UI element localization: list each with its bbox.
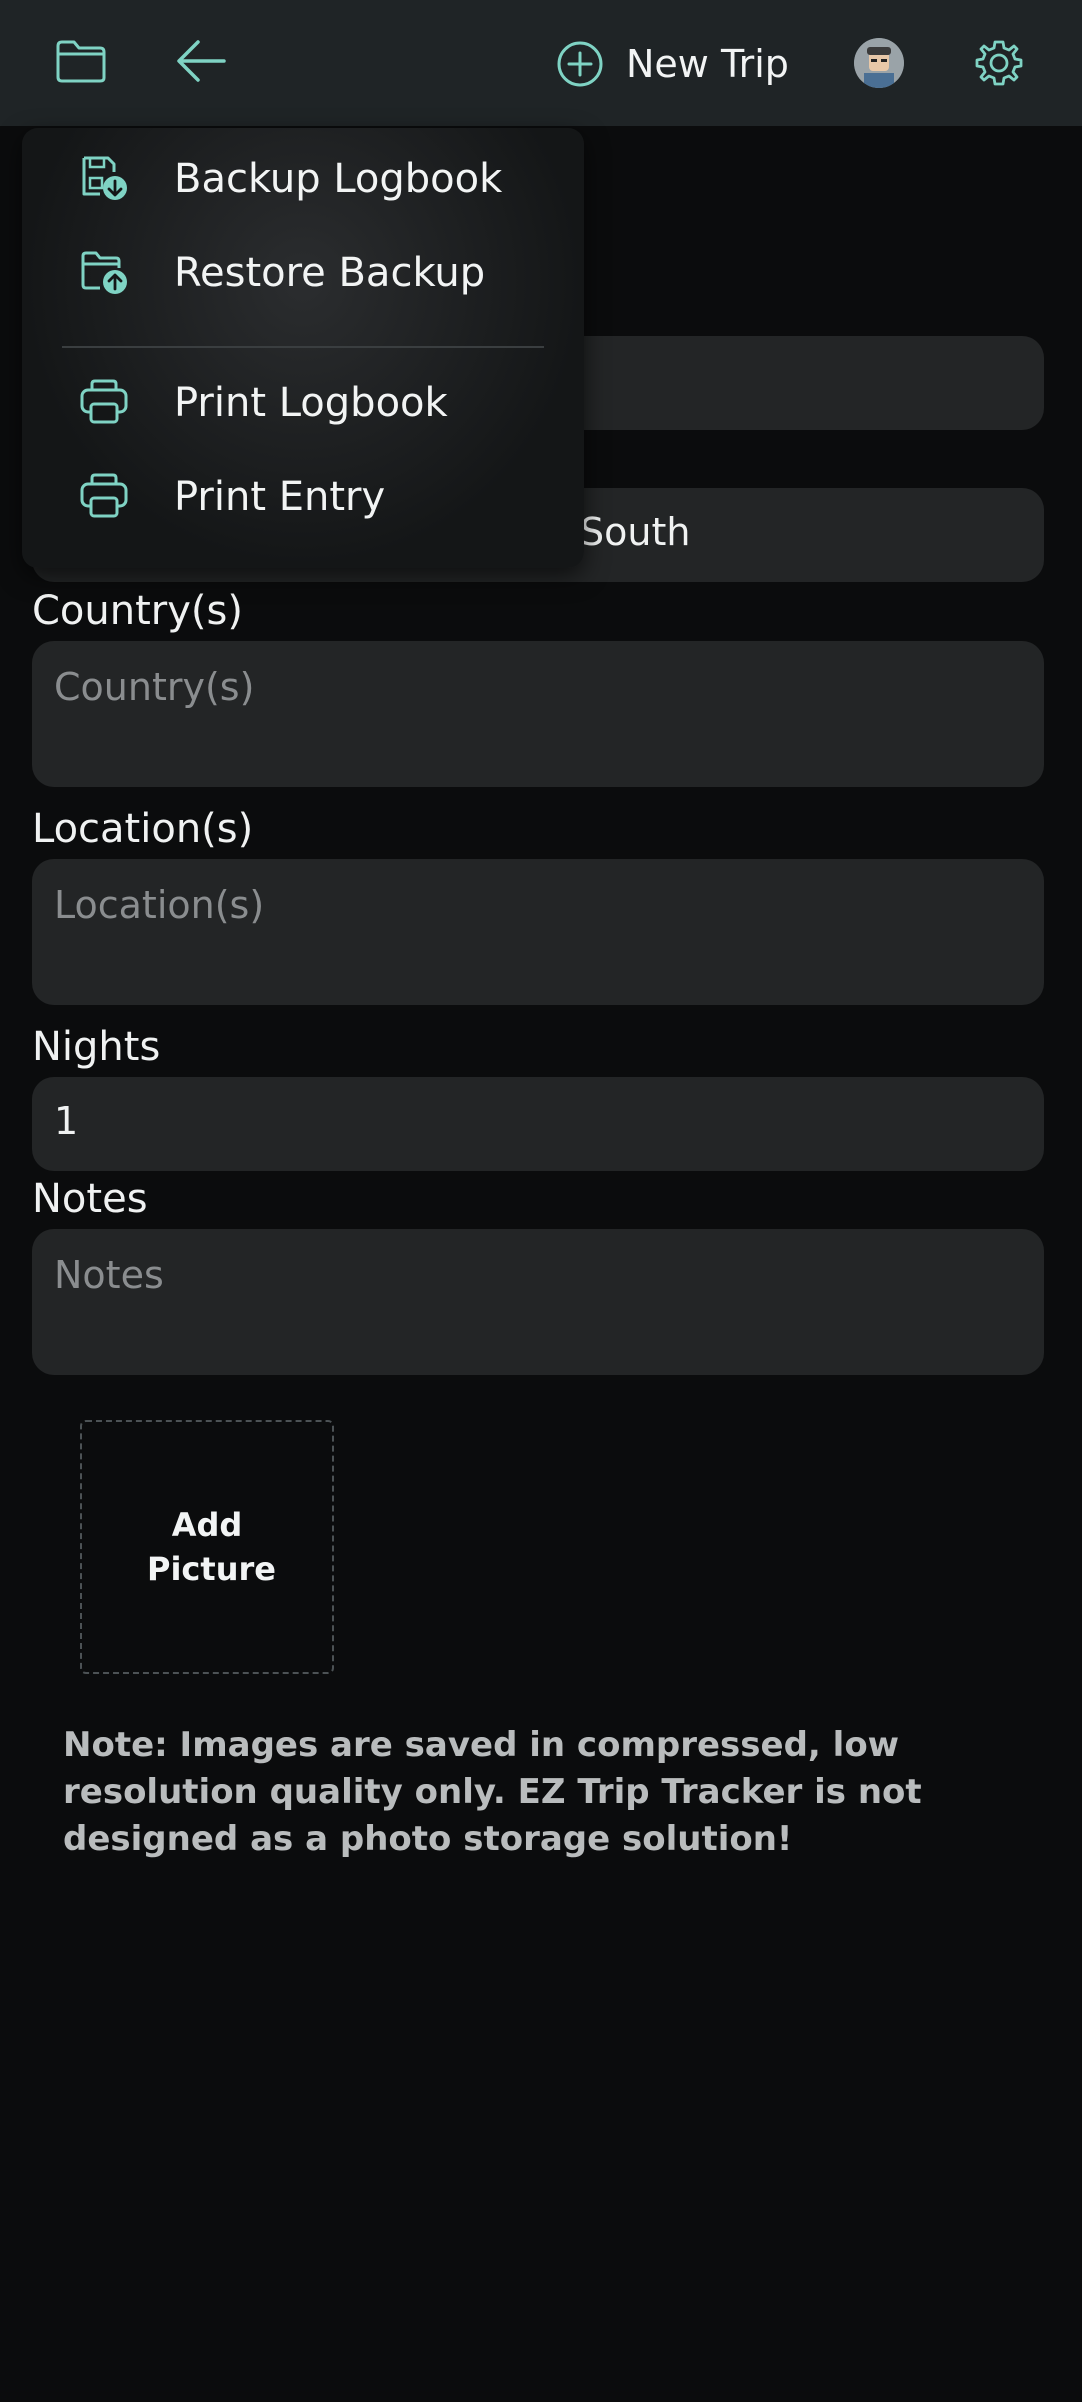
image-quality-note: Note: Images are saved in compressed, lo… <box>63 1725 922 1859</box>
top-app-bar: New Trip <box>0 0 1082 126</box>
menu-item-print-logbook[interactable]: Print Logbook <box>22 358 584 448</box>
file-menu-dropdown: Backup Logbook Restore Backup Print Logb… <box>22 128 584 568</box>
notes-input[interactable]: Notes <box>32 1229 1044 1375</box>
notes-placeholder: Notes <box>54 1253 164 1297</box>
back-arrow-icon[interactable] <box>174 38 228 84</box>
folder-icon[interactable] <box>54 38 108 84</box>
location-label: Location(s) <box>32 806 254 852</box>
menu-item-print-entry[interactable]: Print Entry <box>22 452 584 542</box>
location-placeholder: Location(s) <box>54 883 265 927</box>
new-trip-button[interactable]: New Trip <box>626 40 789 88</box>
menu-item-restore-backup[interactable]: Restore Backup <box>22 228 584 318</box>
country-placeholder: Country(s) <box>54 665 255 709</box>
add-circle-icon[interactable] <box>556 40 604 88</box>
menu-item-backup-logbook[interactable]: Backup Logbook <box>22 134 584 224</box>
add-picture-button[interactable]: Add Picture <box>80 1420 334 1674</box>
printer-icon <box>78 470 130 522</box>
folder-upload-icon <box>78 246 130 298</box>
printer-icon <box>78 376 130 428</box>
country-label: Country(s) <box>32 588 243 634</box>
nights-value: 1 <box>54 1099 79 1143</box>
menu-divider <box>62 346 544 348</box>
notes-label: Notes <box>32 1176 148 1222</box>
nights-label: Nights <box>32 1024 161 1070</box>
gear-icon[interactable] <box>974 38 1024 88</box>
hidden-field-2-value: South <box>580 510 691 554</box>
avatar[interactable] <box>854 38 904 88</box>
country-input[interactable]: Country(s) <box>32 641 1044 787</box>
location-input[interactable]: Location(s) <box>32 859 1044 1005</box>
save-download-icon <box>78 152 130 204</box>
nights-input[interactable]: 1 <box>32 1077 1044 1171</box>
